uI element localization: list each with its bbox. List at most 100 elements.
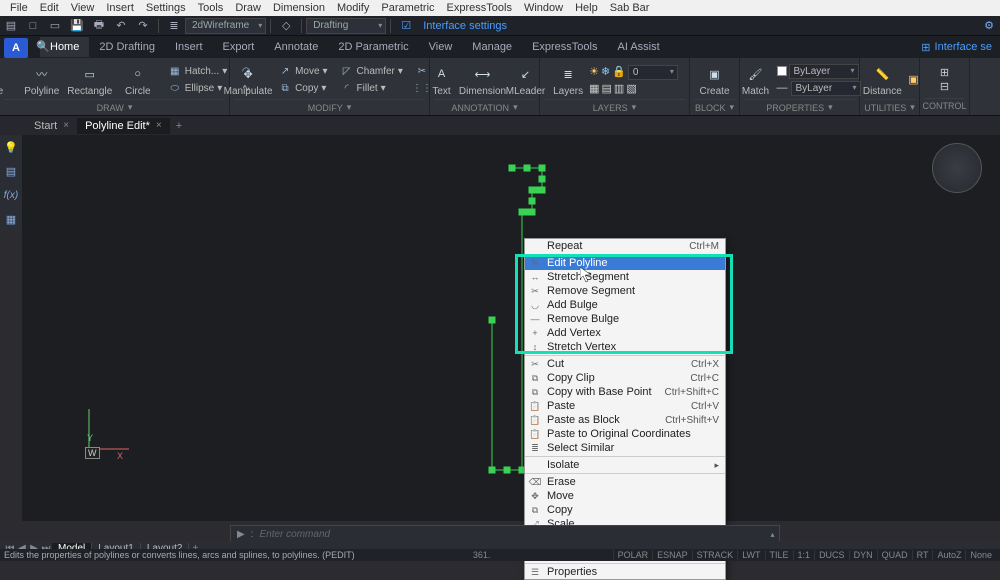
copy-button[interactable]: ⧉Copy ▾ <box>274 80 331 96</box>
menu-window[interactable]: Window <box>518 2 569 14</box>
status-rt[interactable]: RT <box>912 550 933 560</box>
layer-icon[interactable]: ≣ <box>165 17 183 35</box>
ctx-copy-with-base-point[interactable]: ⧉Copy with Base PointCtrl+Shift+C <box>525 385 725 399</box>
control-icon[interactable]: ⊟ <box>940 80 949 93</box>
ctx-stretch-segment[interactable]: ↔Stretch Segment <box>525 270 725 284</box>
rectangle-button[interactable]: ▭Rectangle <box>68 60 112 99</box>
status-quad[interactable]: QUAD <box>877 550 912 560</box>
open-icon[interactable]: ▭ <box>46 17 64 35</box>
menu-file[interactable]: File <box>4 2 34 14</box>
status-esnap[interactable]: ESNAP <box>652 550 692 560</box>
linetype-combo[interactable]: ByLayer <box>791 81 861 96</box>
layer-lock-icon[interactable]: 🔒 <box>612 65 626 80</box>
light-icon[interactable]: 💡 <box>3 139 19 155</box>
status-autoz[interactable]: AutoZ <box>932 550 965 560</box>
ribbon-tab-insert[interactable]: Insert <box>165 37 213 57</box>
ctx-paste-to-original-coordinates[interactable]: 📋Paste to Original Coordinates <box>525 427 725 441</box>
ctx-remove-segment[interactable]: ✂Remove Segment <box>525 284 725 298</box>
print-icon[interactable]: 🖶 <box>90 17 108 35</box>
layer-tool-icon[interactable]: ▧ <box>626 82 636 95</box>
menu-view[interactable]: View <box>65 2 101 14</box>
app-button[interactable]: A <box>4 38 28 58</box>
ctx-edit-polyline[interactable]: ✎Edit Polyline <box>525 256 725 270</box>
ctx-copy-clip[interactable]: ⧉Copy ClipCtrl+C <box>525 371 725 385</box>
ctx-paste-as-block[interactable]: 📋Paste as BlockCtrl+Shift+V <box>525 413 725 427</box>
create-block-button[interactable]: ▣Create <box>695 60 735 99</box>
ctx-copy[interactable]: ⧉Copy <box>525 503 725 517</box>
hatch-button[interactable]: ▦Hatch... ▾ <box>164 63 232 79</box>
measure-icon[interactable]: ▣ <box>908 73 918 86</box>
ctx-add-bulge[interactable]: ◡Add Bulge <box>525 298 725 312</box>
view-cube[interactable] <box>932 143 982 193</box>
chamfer-button[interactable]: ◸Chamfer ▾ <box>336 63 407 79</box>
ribbon-tab-export[interactable]: Export <box>213 37 265 57</box>
gear-icon[interactable]: ⚙ <box>984 19 994 32</box>
status-polar[interactable]: POLAR <box>613 550 653 560</box>
move-button[interactable]: ↗Move ▾ <box>274 63 331 79</box>
layer-freeze-icon[interactable]: ❄ <box>601 65 610 80</box>
layers-button[interactable]: ≣Layers <box>551 60 585 99</box>
dimension-button[interactable]: ⟷Dimension <box>462 60 504 99</box>
ctx-add-vertex[interactable]: +Add Vertex <box>525 326 725 340</box>
file-tab[interactable]: Polyline Edit*× <box>77 118 170 134</box>
manipulate-button[interactable]: ✥Manipulate <box>226 60 270 99</box>
ribbon-tab-view[interactable]: View <box>419 37 463 57</box>
redo-icon[interactable]: ↷ <box>134 17 152 35</box>
ctx-cut[interactable]: ✂CutCtrl+X <box>525 357 725 371</box>
save-icon[interactable]: 💾 <box>68 17 86 35</box>
ctx-move[interactable]: ✥Move <box>525 489 725 503</box>
control-icon[interactable]: ⊞ <box>940 66 949 79</box>
layer-tool-icon[interactable]: ▥ <box>614 82 624 95</box>
ctx-remove-bulge[interactable]: —Remove Bulge <box>525 312 725 326</box>
layer-combo[interactable]: 0 <box>628 65 678 80</box>
close-tab-icon[interactable]: × <box>63 120 69 131</box>
color-combo[interactable]: ByLayer <box>789 64 859 79</box>
ribbon-tab-annotate[interactable]: Annotate <box>264 37 328 57</box>
ribbon-tab-expresstools[interactable]: ExpressTools <box>522 37 607 57</box>
polyline-button[interactable]: 〰Polyline <box>20 60 64 99</box>
text-button[interactable]: AText <box>426 60 458 99</box>
workspace-combo[interactable]: Drafting <box>306 18 386 34</box>
menu-sab bar[interactable]: Sab Bar <box>604 2 656 14</box>
status-tile[interactable]: TILE <box>765 550 793 560</box>
drawing-canvas[interactable]: YXW <box>22 135 1000 521</box>
isometric-icon[interactable]: ◇ <box>277 17 295 35</box>
distance-button[interactable]: 📏Distance <box>860 60 904 99</box>
menu-insert[interactable]: Insert <box>100 2 140 14</box>
fillet-button[interactable]: ◜Fillet ▾ <box>336 80 407 96</box>
ctx-erase[interactable]: ⌫Erase <box>525 475 725 489</box>
undo-icon[interactable]: ↶ <box>112 17 130 35</box>
ctx-select-similar[interactable]: ≣Select Similar <box>525 441 725 455</box>
menu-draw[interactable]: Draw <box>229 2 267 14</box>
close-tab-icon[interactable]: × <box>156 120 162 131</box>
status-dyn[interactable]: DYN <box>849 550 877 560</box>
app-menu-icon[interactable]: ▤ <box>2 17 20 35</box>
ctx-stretch-vertex[interactable]: ↕Stretch Vertex <box>525 340 725 354</box>
menu-help[interactable]: Help <box>569 2 604 14</box>
menu-parametric[interactable]: Parametric <box>375 2 440 14</box>
file-tab[interactable]: Start× <box>26 118 77 134</box>
layer-tool-icon[interactable]: ▦ <box>589 82 599 95</box>
menu-modify[interactable]: Modify <box>331 2 375 14</box>
menu-dimension[interactable]: Dimension <box>267 2 331 14</box>
ribbon-tab-ai-assist[interactable]: AI Assist <box>607 37 669 57</box>
status-1:1[interactable]: 1:1 <box>793 550 815 560</box>
fx-icon[interactable]: f(x) <box>3 187 19 203</box>
layer-state-icon[interactable]: ☀ <box>589 65 599 80</box>
search-icon[interactable]: 🔍 <box>36 40 50 53</box>
palette-icon[interactable]: ▦ <box>3 211 19 227</box>
circle-button[interactable]: ○Circle <box>116 60 160 99</box>
ctx-isolate[interactable]: Isolate <box>525 458 725 472</box>
status-ducs[interactable]: DUCS <box>814 550 849 560</box>
layers-tool-icon[interactable]: ▤ <box>3 163 19 179</box>
interface-settings-link[interactable]: Interface settings <box>417 20 513 32</box>
menu-tools[interactable]: Tools <box>192 2 230 14</box>
visual-style-combo[interactable]: 2dWireframe <box>185 18 266 34</box>
ribbon-tab-2d-drafting[interactable]: 2D Drafting <box>89 37 165 57</box>
layer-tool-icon[interactable]: ▤ <box>602 82 612 95</box>
ctx-paste[interactable]: 📋PasteCtrl+V <box>525 399 725 413</box>
ellipse-button[interactable]: ⬭Ellipse ▾ <box>164 80 232 96</box>
line-button[interactable]: ╱Line <box>0 60 16 99</box>
status-none[interactable]: None <box>965 550 996 560</box>
menu-settings[interactable]: Settings <box>140 2 192 14</box>
